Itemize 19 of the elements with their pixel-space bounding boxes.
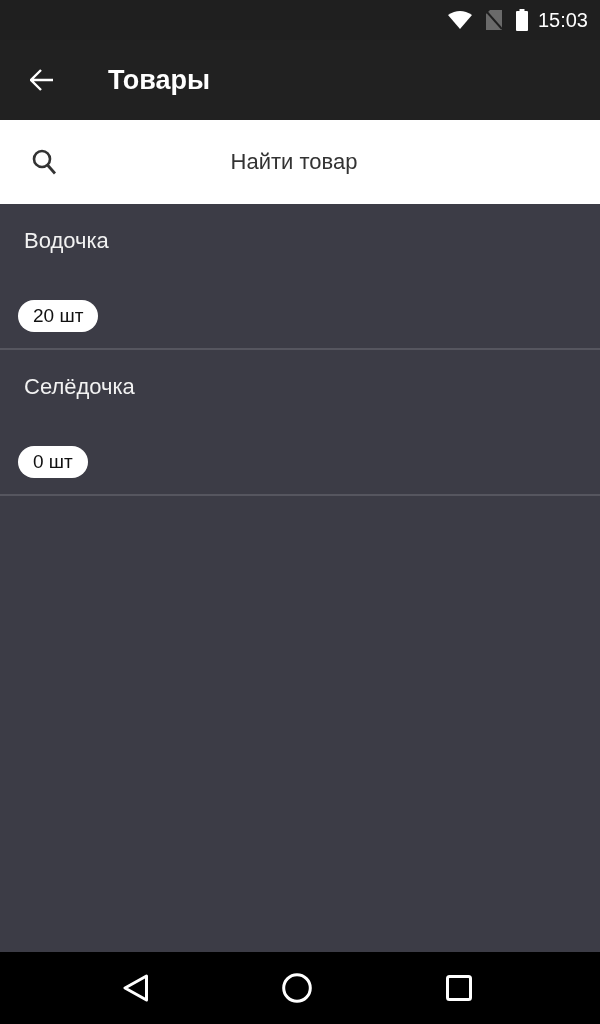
- quantity-badge: 20 шт: [18, 300, 99, 332]
- product-row[interactable]: Водочка 20 шт: [0, 204, 600, 350]
- home-circle-icon[interactable]: [282, 973, 312, 1003]
- product-row[interactable]: Селёдочка 0 шт: [0, 350, 600, 496]
- product-name: Селёдочка: [24, 374, 135, 400]
- quantity-badge: 0 шт: [18, 446, 88, 478]
- no-sim-icon: [485, 10, 502, 30]
- toolbar-title: Товары: [108, 64, 211, 96]
- product-name: Водочка: [24, 228, 109, 254]
- wifi-icon: [447, 11, 472, 29]
- battery-icon: [515, 9, 528, 31]
- search-field[interactable]: Найти товар: [0, 120, 600, 204]
- search-input[interactable]: Найти товар: [56, 146, 532, 178]
- status-time: 15:03: [537, 8, 588, 32]
- back-button[interactable]: [28, 67, 56, 93]
- recents-square-icon[interactable]: [446, 975, 472, 1001]
- back-arrow-icon: [30, 69, 54, 91]
- back-triangle-icon[interactable]: [123, 974, 149, 1002]
- search-icon: [32, 149, 56, 175]
